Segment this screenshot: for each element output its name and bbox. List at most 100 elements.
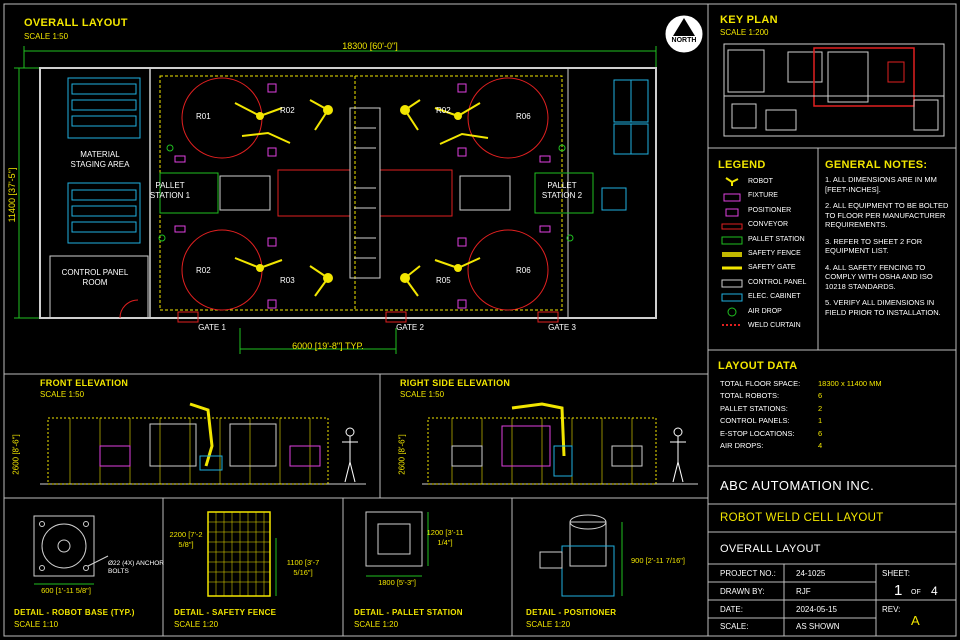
layout-data-label: CONTROL PANELS:: [720, 416, 790, 426]
sheet-label: SHEET:: [882, 569, 911, 578]
detail-robot-base-scale: SCALE 1:10: [14, 620, 59, 629]
gate-1-label: GATE 1: [198, 323, 226, 332]
legend-label: SAFETY GATE: [748, 264, 796, 272]
legend-title: LEGEND: [718, 159, 766, 171]
date-value: 2024-05-15: [796, 605, 837, 614]
robot-label: R06: [516, 112, 531, 121]
key-plan-drawing: [723, 43, 945, 137]
layout-data-row: E-STOP LOCATIONS: 6: [720, 428, 950, 440]
project-no-label: PROJECT NO.:: [720, 569, 776, 578]
layout-data-row: TOTAL FLOOR SPACE: 18300 x 11400 MM: [720, 378, 950, 390]
legend-label: ELEC. CABINET: [748, 293, 801, 301]
detail-safety-fence-title: DETAIL - SAFETY FENCE: [174, 608, 277, 617]
robot-base-dimension: 600 [1'-11 5/8"]: [41, 586, 91, 595]
pallet-base-dimension: 1800 [5'-3"]: [378, 578, 416, 587]
robot-label: R06: [516, 266, 531, 275]
legend-label: ROBOT: [748, 178, 773, 185]
layout-data-label: TOTAL ROBOTS:: [720, 391, 780, 401]
layout-data-value: 1: [818, 416, 823, 426]
legend-label: AIR DROP: [748, 307, 782, 315]
height-dimension: 11400 [37'-5"]: [7, 167, 17, 223]
overall-layout-title: OVERALL LAYOUT: [24, 17, 128, 29]
note-item: 2. ALL EQUIPMENT TO BE BOLTED TO FLOOR P…: [825, 201, 949, 229]
legend-label: WELD CURTAIN: [748, 322, 801, 330]
legend-label: PALLET STATION: [748, 235, 805, 243]
detail-robot-base-title: DETAIL - ROBOT BASE (TYP.): [14, 608, 135, 617]
note-item: 1. ALL DIMENSIONS ARE IN MM [FEET-INCHES…: [825, 175, 937, 194]
sheet-of: OF: [911, 589, 921, 596]
width-dimension: 18300 [60'-0"]: [342, 41, 398, 51]
date-label: DATE:: [720, 605, 743, 614]
layout-data-row: CONTROL PANELS: 1: [720, 415, 950, 427]
legend-label: CONTROL PANEL: [748, 278, 807, 286]
positioner-dimension: 900 [2'-11 7/16"]: [631, 556, 685, 565]
layout-data-label: AIR DROPS:: [720, 441, 764, 451]
layout-data-row: AIR DROPS: 4: [720, 440, 950, 452]
side-elevation-title: RIGHT SIDE ELEVATION: [400, 378, 511, 388]
project-title: ROBOT WELD CELL LAYOUT: [720, 512, 884, 524]
general-notes-list: 1. ALL DIMENSIONS ARE IN MM [FEET-INCHES…: [825, 175, 950, 317]
sheet-number: 1: [894, 582, 903, 599]
robot-base-drawing: [33, 515, 109, 585]
robot-label: R01: [196, 112, 211, 121]
overall-layout-plan: [14, 46, 657, 354]
scale-label: SCALE:: [720, 622, 749, 631]
layout-data-row: PALLET STATIONS: 2: [720, 403, 950, 415]
front-elevation-drawing: [40, 402, 366, 485]
key-plan-title: KEY PLAN: [720, 14, 778, 26]
bay-dimension: 6000 [19'-8"] TYP.: [292, 341, 364, 351]
robot-label: R02: [280, 106, 295, 115]
general-notes-title: GENERAL NOTES:: [825, 159, 928, 171]
detail-positioner-scale: SCALE 1:20: [526, 620, 571, 629]
layout-data-value: 4: [818, 441, 823, 451]
layout-data-label: PALLET STATIONS:: [720, 403, 788, 413]
drawn-by-value: RJF: [796, 587, 811, 596]
detail-pallet-station-scale: SCALE 1:20: [354, 620, 399, 629]
key-plan-scale: SCALE 1:200: [720, 28, 769, 37]
robot-label: R03: [280, 276, 295, 285]
anchor-bolts-label: Ø22 (4X) ANCHOR BOLTS: [108, 560, 164, 575]
pallet-width-dimension: 1200 [3'-11 1/4"]: [426, 528, 464, 547]
scale-value: AS SHOWN: [796, 622, 840, 631]
layout-data-value: 6: [818, 428, 823, 438]
layout-data-label: E-STOP LOCATIONS:: [720, 428, 795, 438]
project-no-value: 24-1025: [796, 569, 826, 578]
layout-data-label: TOTAL FLOOR SPACE:: [720, 379, 801, 388]
side-elevation-drawing: [422, 402, 698, 485]
legend-symbols: [721, 177, 743, 326]
legend-label: SAFETY FENCE: [748, 250, 801, 258]
pallet-station-1-label: PALLET STATION 1: [149, 181, 191, 200]
gate-3-label: GATE 3: [548, 323, 576, 332]
drawn-by-label: DRAWN BY:: [720, 587, 765, 596]
layout-data-table: TOTAL FLOOR SPACE: 18300 x 11400 MM TOTAL…: [720, 378, 950, 452]
north-arrow-icon: [665, 15, 703, 53]
robot-label: R02: [436, 106, 451, 115]
legend-label: POSITIONER: [748, 206, 792, 214]
note-item: 3. REFER TO SHEET 2 FOR EQUIPMENT LIST.: [825, 236, 923, 256]
front-elevation-title: FRONT ELEVATION: [40, 378, 129, 388]
legend-labels: ROBOT FIXTURE POSITIONER CONVEYOR PALLET…: [748, 175, 806, 333]
detail-pallet-station-title: DETAIL - PALLET STATION: [354, 608, 463, 617]
control-room-label: CONTROL PANEL ROOM: [61, 268, 129, 287]
detail-safety-fence-scale: SCALE 1:20: [174, 620, 219, 629]
layout-data-value: 6: [818, 391, 823, 401]
side-elevation-height: 2600 [8'-6"]: [397, 434, 407, 475]
pallet-station-drawing: [365, 511, 429, 577]
robot-label: R05: [436, 276, 451, 285]
rev-label: REV:: [882, 605, 901, 614]
fence-width-dimension: 1100 [3'-7 5/16"]: [286, 558, 320, 577]
front-elevation-height: 2600 [8'-6"]: [11, 434, 21, 475]
sheet-total: 4: [931, 584, 938, 598]
gate-2-label: GATE 2: [396, 323, 424, 332]
layout-data-value: 18300 x 11400 MM: [818, 379, 882, 388]
note-item: 5. VERIFY ALL DIMENSIONS IN FIELD PRIOR …: [825, 298, 941, 317]
staging-area-label: MATERIAL STAGING AREA: [70, 150, 130, 169]
layout-data-title: LAYOUT DATA: [718, 360, 798, 372]
legend-label: FIXTURE: [748, 192, 778, 200]
detail-positioner-title: DETAIL - POSITIONER: [526, 608, 617, 617]
rev-value: A: [911, 613, 920, 628]
fence-height-dimension: 2200 [7'-2 5/8"]: [169, 530, 203, 549]
drawing-title: OVERALL LAYOUT: [720, 543, 821, 555]
robot-label: R02: [196, 266, 211, 275]
company-name: ABC AUTOMATION INC.: [720, 478, 875, 493]
